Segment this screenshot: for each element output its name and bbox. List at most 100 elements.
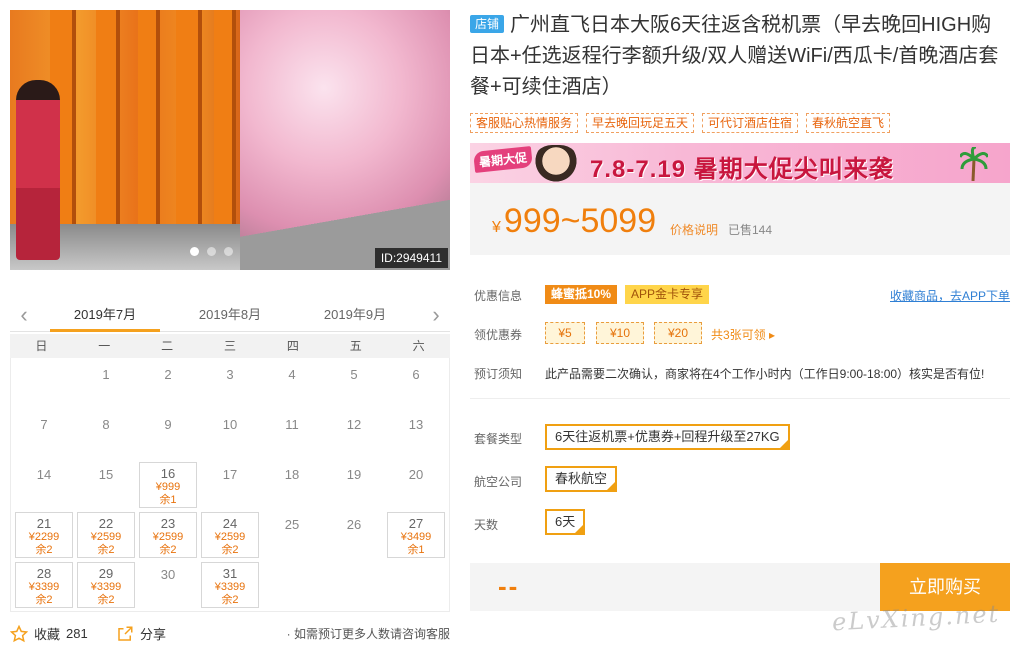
package-label: 套餐类型 xyxy=(474,432,523,446)
calendar-day: 20 xyxy=(387,462,445,508)
calendar-day-number: 14 xyxy=(36,467,52,482)
calendar-day-number: 20 xyxy=(408,467,424,482)
chevron-left-icon[interactable]: ‹ xyxy=(14,302,34,328)
calendar-day-available[interactable]: 16 ¥999 余1 xyxy=(139,462,197,508)
coupon-label: 领优惠券 xyxy=(474,328,523,342)
calendar-day-available[interactable]: 22 ¥2599 余2 xyxy=(77,512,135,558)
coupon-20[interactable]: ¥20 xyxy=(654,322,702,344)
calendar-day: 14 xyxy=(15,462,73,508)
calendar-day: 17 xyxy=(201,462,259,508)
calendar-day-price: ¥3399 xyxy=(28,581,60,593)
feature-tags: 客服贴心热情服务 早去晚回玩足五天 可代订酒店住宿 春秋航空直飞 xyxy=(470,113,891,133)
calendar-day-number: 29 xyxy=(98,566,114,581)
total-price-placeholder: -- xyxy=(498,571,520,601)
price-note-link[interactable]: 价格说明 xyxy=(670,221,718,238)
favorite-count: 281 xyxy=(66,626,88,641)
kimono-figure xyxy=(16,80,60,260)
calendar-day-stock: 余2 xyxy=(35,594,53,606)
airline-option[interactable]: 春秋航空 xyxy=(545,466,618,492)
gallery-dot[interactable] xyxy=(224,247,233,256)
calendar-weekday-header: 日 一 二 三 四 五 六 xyxy=(10,334,450,358)
calendar-day-available[interactable]: 28 ¥3399 余2 xyxy=(15,562,73,608)
feature-tag: 春秋航空直飞 xyxy=(806,113,891,133)
share-button[interactable]: 分享 xyxy=(116,624,166,643)
calendar-grid: 1 2 3 4 5 6 7 8 9 10 11 12 13 14 15 16 ¥999 余1 17 18 19 20 21 ¥… xyxy=(10,358,450,612)
calendar-day: 25 xyxy=(263,512,321,558)
favorite-app-link[interactable]: 收藏商品，去APP下单 xyxy=(890,287,1010,304)
chevron-right-icon[interactable]: › xyxy=(426,302,446,328)
calendar-day-price: ¥2599 xyxy=(214,531,246,543)
calendar-day-available[interactable]: 24 ¥2599 余2 xyxy=(201,512,259,558)
app-gold-card-badge: APP金卡专享 xyxy=(625,285,710,304)
calendar-day: 26 xyxy=(325,512,383,558)
price-range: ¥999~5099 xyxy=(492,202,657,240)
tab-month-july[interactable]: 2019年7月 xyxy=(50,304,160,332)
calendar-day: 30 xyxy=(139,562,197,608)
calendar-day-number: 13 xyxy=(408,417,424,432)
calendar-day-available[interactable]: 31 ¥3399 余2 xyxy=(201,562,259,608)
calendar-day: 3 xyxy=(201,362,259,408)
booking-note: 此产品需要二次确认，商家将在4个工作小时内（工作日9:00-18:00）核实是否… xyxy=(545,367,985,381)
product-gallery[interactable]: ID:2949411 xyxy=(10,10,450,270)
gallery-dot[interactable] xyxy=(190,247,199,256)
calendar-day-number: 23 xyxy=(160,516,176,531)
favorite-button[interactable]: 收藏 281 xyxy=(10,624,88,643)
calendar-day-number: 2 xyxy=(164,367,172,382)
torii-gate-photo xyxy=(10,10,240,270)
calendar-day-price: ¥999 xyxy=(155,481,181,493)
calendar-day: 9 xyxy=(139,412,197,458)
gallery-dot[interactable] xyxy=(207,247,216,256)
calendar-day-number: 5 xyxy=(350,367,358,382)
calendar-day: 19 xyxy=(325,462,383,508)
promo-banner[interactable]: 暑期大促 7.8-7.19 暑期大促尖叫来袭 xyxy=(470,143,1010,183)
coupon-10[interactable]: ¥10 xyxy=(596,322,644,344)
calendar-day-stock: 余2 xyxy=(35,544,53,556)
booking-label: 预订须知 xyxy=(474,367,523,381)
calendar-day-price: ¥2599 xyxy=(152,531,184,543)
package-option[interactable]: 6天往返机票+优惠券+回程升级至27KG xyxy=(545,424,790,450)
calendar-day-available[interactable]: 23 ¥2599 余2 xyxy=(139,512,197,558)
calendar-day-number: 25 xyxy=(284,517,300,532)
calendar-day: 13 xyxy=(387,412,445,458)
group-booking-notice: · 如需预订更多人数请咨询客服 xyxy=(286,627,450,641)
calendar-day-number: 31 xyxy=(222,566,238,581)
calendar-day xyxy=(387,562,445,608)
calendar-day: 18 xyxy=(263,462,321,508)
calendar-day: 6 xyxy=(387,362,445,408)
calendar-day-price: ¥3499 xyxy=(400,531,432,543)
image-id-label: ID:2949411 xyxy=(374,248,448,268)
days-option[interactable]: 6天 xyxy=(545,509,586,535)
honey-discount-badge: 蜂蜜抵10% xyxy=(545,285,618,304)
calendar-day-stock: 余1 xyxy=(407,544,425,556)
calendar-day-stock: 余2 xyxy=(97,544,115,556)
coupon-5[interactable]: ¥5 xyxy=(545,322,585,344)
weekday-label: 六 xyxy=(412,339,425,353)
feature-tag: 客服贴心热情服务 xyxy=(470,113,579,133)
calendar-day-available[interactable]: 21 ¥2299 余2 xyxy=(15,512,73,558)
calendar-day-number: 22 xyxy=(98,516,114,531)
coupon-more-link[interactable]: 共3张可领 ▸ xyxy=(711,326,775,343)
calendar-day-price: ¥2299 xyxy=(28,531,60,543)
calendar-day-price: ¥3399 xyxy=(90,581,122,593)
calendar-month-tabs: ‹ 2019年7月 2019年8月 2019年9月 › xyxy=(10,298,450,332)
calendar-day: 15 xyxy=(77,462,135,508)
calendar-day: 2 xyxy=(139,362,197,408)
calendar-day-available[interactable]: 27 ¥3499 余1 xyxy=(387,512,445,558)
calendar-day-available[interactable]: 29 ¥3399 余2 xyxy=(77,562,135,608)
shop-badge[interactable]: 店铺 xyxy=(470,15,505,33)
gallery-pagination[interactable] xyxy=(190,247,233,256)
calendar-day: 11 xyxy=(263,412,321,458)
calendar-day-number: 30 xyxy=(160,567,176,582)
tab-month-september[interactable]: 2019年9月 xyxy=(300,304,410,323)
calendar-day: 4 xyxy=(263,362,321,408)
weekday-label: 一 xyxy=(98,339,111,353)
calendar-day-stock: 余2 xyxy=(97,594,115,606)
calendar-day-number: 4 xyxy=(288,367,296,382)
calendar-day-number: 21 xyxy=(36,516,52,531)
tab-month-august[interactable]: 2019年8月 xyxy=(175,304,285,323)
calendar-day-stock: 余1 xyxy=(159,494,177,506)
calendar-day-number: 12 xyxy=(346,417,362,432)
banner-label: 暑期大促 xyxy=(473,146,533,173)
calendar-day-number: 16 xyxy=(160,466,176,481)
calendar-day-number: 8 xyxy=(102,417,110,432)
